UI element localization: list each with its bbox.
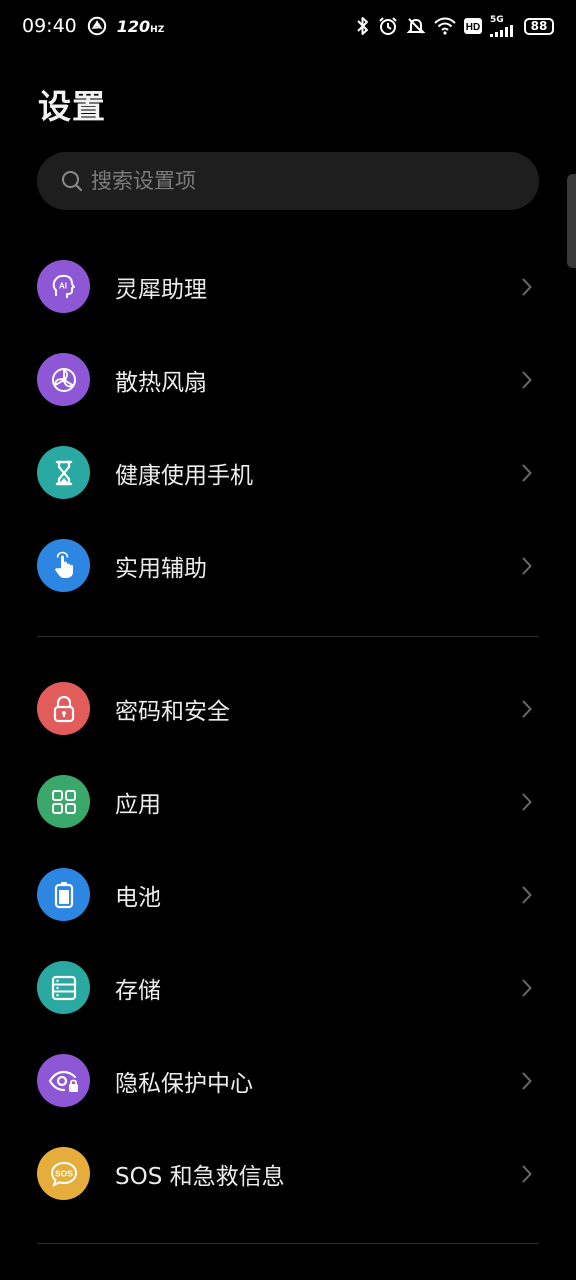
svg-text:HD: HD (466, 22, 480, 33)
settings-item-ai-assistant[interactable]: AI 灵犀助理 (0, 240, 576, 333)
settings-item-digital-wellbeing[interactable]: 健康使用手机 (0, 426, 576, 519)
settings-item-password-security[interactable]: 密码和安全 (0, 662, 576, 755)
battery-indicator: 88 (524, 17, 554, 35)
status-bar: 09:40 120HZ HD 5G 88 (0, 0, 576, 52)
hand-pointer-icon (37, 539, 90, 592)
settings-item-label: 健康使用手机 (115, 462, 253, 489)
chevron-right-icon (520, 463, 534, 483)
chevron-right-icon (520, 370, 534, 390)
chevron-right-icon (520, 978, 534, 998)
wifi-icon (434, 17, 456, 35)
search-input[interactable] (89, 168, 513, 194)
mute-bell-icon (406, 16, 426, 36)
settings-item-sos-emergency[interactable]: SOS SOS 和急救信息 (0, 1127, 576, 1220)
bluetooth-icon (356, 16, 370, 36)
hd-icon: HD (464, 18, 482, 34)
settings-item-accessibility[interactable]: 实用辅助 (0, 519, 576, 612)
alarm-icon (378, 16, 398, 36)
settings-item-storage[interactable]: 存储 (0, 941, 576, 1034)
section-divider (37, 1243, 539, 1244)
refresh-rate-indicator: 120HZ (116, 16, 165, 36)
settings-item-apps[interactable]: 应用 (0, 755, 576, 848)
settings-item-label: 灵犀助理 (115, 276, 207, 303)
search-icon (61, 170, 83, 192)
refresh-rate-value: 120 (116, 16, 151, 36)
settings-item-fan[interactable]: 散热风扇 (0, 333, 576, 426)
chevron-right-icon (520, 699, 534, 719)
settings-item-label: SOS 和急救信息 (115, 1163, 285, 1190)
settings-item-battery[interactable]: 电池 (0, 848, 576, 941)
chevron-right-icon (520, 1071, 534, 1091)
svg-text:SOS: SOS (55, 1168, 73, 1178)
settings-item-label: 电池 (115, 884, 161, 911)
chevron-right-icon (520, 885, 534, 905)
privacy-eye-icon (37, 1054, 90, 1107)
status-time: 09:40 (22, 15, 77, 37)
chevron-right-icon (520, 1164, 534, 1184)
settings-item-label: 隐私保护中心 (115, 1070, 253, 1097)
section-divider (37, 636, 539, 637)
signal-icon: 5G (490, 14, 516, 37)
settings-screen: 09:40 120HZ HD 5G 88 设置 搜索设置项 AI 灵犀助理 散热… (0, 0, 576, 1280)
settings-item-label: 密码和安全 (115, 698, 230, 725)
ai-assistant-icon: AI (37, 260, 90, 313)
hourglass-icon (37, 446, 90, 499)
settings-group-1: AI 灵犀助理 散热风扇 健康使用手机 实用辅助 (0, 240, 576, 612)
fan-icon (37, 353, 90, 406)
chevron-right-icon (520, 556, 534, 576)
storage-icon (37, 961, 90, 1014)
settings-item-privacy-center[interactable]: 隐私保护中心 (0, 1034, 576, 1127)
battery-icon (37, 868, 90, 921)
page-title: 设置 (38, 87, 106, 126)
status-left: 09:40 120HZ (22, 15, 164, 37)
sos-icon: SOS (37, 1147, 90, 1200)
status-right: HD 5G 88 (356, 14, 554, 37)
chevron-right-icon (520, 277, 534, 297)
settings-group-2: 密码和安全 应用 电池 存储 隐私保护中心 SOS SOS 和急救信息 (0, 662, 576, 1220)
settings-item-label: 散热风扇 (115, 369, 207, 396)
svg-text:AI: AI (59, 281, 67, 290)
settings-item-label: 存储 (115, 977, 161, 1004)
settings-item-label: 应用 (115, 791, 161, 818)
apps-grid-icon (37, 775, 90, 828)
fan-status-icon (87, 16, 107, 36)
chevron-right-icon (520, 792, 534, 812)
lock-icon (37, 682, 90, 735)
settings-item-label: 实用辅助 (115, 555, 207, 582)
network-type: 5G (490, 14, 504, 25)
search-bar[interactable] (37, 152, 539, 210)
